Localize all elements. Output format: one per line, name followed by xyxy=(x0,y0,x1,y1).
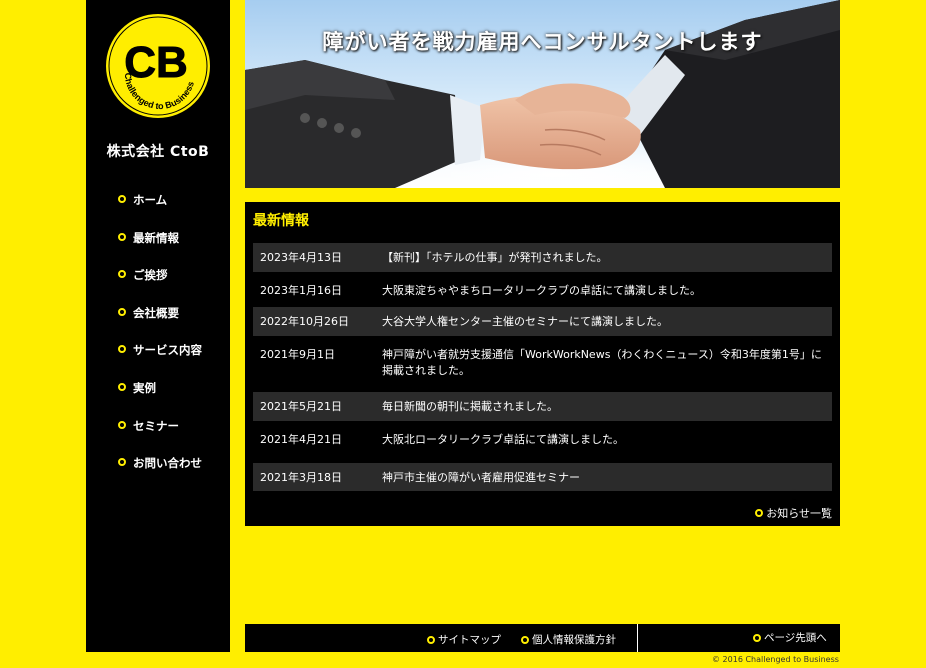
bullet-icon xyxy=(521,635,529,644)
nav-label: 実例 xyxy=(133,380,156,395)
company-name: 株式会社 CtoB xyxy=(106,144,210,160)
news-list: 2023年4月13日 【新刊】「ホテルの仕事」が発刊されました。 2023年1月… xyxy=(253,243,832,491)
page-top-label: ページ先頭へ xyxy=(764,632,827,644)
bullet-icon xyxy=(118,307,126,316)
news-text: 大阪東淀ちゃやまちロータリークラブの卓話にて講演しました。 xyxy=(382,284,701,297)
sitemap-label: サイトマップ xyxy=(438,634,501,646)
privacy-label: 個人情報保護方針 xyxy=(532,634,616,646)
bullet-icon xyxy=(755,509,764,517)
nav-label: 最新情報 xyxy=(133,230,179,245)
nav-item-seminar[interactable]: セミナー xyxy=(118,418,202,456)
nav-item-news[interactable]: 最新情報 xyxy=(118,230,202,268)
nav-label: セミナー xyxy=(133,418,179,433)
news-list-link[interactable]: お知らせ一覧 xyxy=(755,505,832,521)
hero-banner: 障がい者を戦力雇用へコンサルタントします xyxy=(245,0,840,188)
news-date: 2021年3月18日 xyxy=(260,471,342,484)
news-row[interactable]: 2022年10月26日 大谷大学人権センター主催のセミナーにて講演しました。 xyxy=(253,307,832,336)
sidebar: CB Challenged to Business 株式会社 CtoB ホーム … xyxy=(86,0,230,652)
nav-label: ご挨拶 xyxy=(133,268,168,283)
bullet-icon xyxy=(118,420,126,429)
nav-item-services[interactable]: サービス内容 xyxy=(118,342,202,380)
bullet-icon xyxy=(753,633,761,642)
bullet-icon xyxy=(118,195,126,203)
nav-item-company-profile[interactable]: 会社概要 xyxy=(118,305,202,343)
news-row[interactable]: 2023年4月13日 【新刊】「ホテルの仕事」が発刊されました。 xyxy=(253,243,832,272)
bullet-icon xyxy=(118,382,126,391)
news-date: 2021年5月21日 xyxy=(260,400,342,413)
news-date: 2022年10月26日 xyxy=(260,315,349,328)
news-date: 2023年4月13日 xyxy=(260,251,342,264)
page-top-link[interactable]: ページ先頭へ xyxy=(753,630,827,645)
news-text: 【新刊】「ホテルの仕事」が発刊されました。 xyxy=(382,251,608,264)
company-logo[interactable]: CB Challenged to Business xyxy=(103,11,213,121)
privacy-policy-link[interactable]: 個人情報保護方針 xyxy=(521,632,616,647)
news-text: 神戸市主催の障がい者雇用促進セミナー xyxy=(382,471,580,484)
bullet-icon xyxy=(427,635,435,644)
nav-label: ホーム xyxy=(133,193,168,207)
news-row[interactable]: 2021年4月21日 大阪北ロータリークラブ卓話にて講演しました。 xyxy=(253,421,832,463)
nav-item-home[interactable]: ホーム xyxy=(118,192,202,230)
news-row[interactable]: 2021年9月1日 神戸障がい者就労支援通信「WorkWorkNews（わくわく… xyxy=(253,336,832,392)
news-date: 2023年1月16日 xyxy=(260,284,342,297)
bullet-icon xyxy=(118,458,126,467)
footer-divider xyxy=(637,624,638,652)
news-date: 2021年4月21日 xyxy=(260,433,342,446)
nav-item-contact[interactable]: お問い合わせ xyxy=(118,455,202,493)
bullet-icon xyxy=(118,270,126,279)
news-text: 毎日新聞の朝刊に掲載されました。 xyxy=(382,400,558,413)
bullet-icon xyxy=(118,232,126,241)
nav-label: 会社概要 xyxy=(133,305,179,320)
footer-bar: サイトマップ 個人情報保護方針 ページ先頭へ xyxy=(245,624,840,652)
news-more-label: お知らせ一覧 xyxy=(766,507,832,520)
sitemap-link[interactable]: サイトマップ xyxy=(427,632,501,647)
news-row[interactable]: 2021年3月18日 神戸市主催の障がい者雇用促進セミナー xyxy=(253,463,832,491)
nav-label: お問い合わせ xyxy=(133,456,202,471)
copyright: © 2016 Challenged to Business xyxy=(712,655,839,664)
news-row[interactable]: 2023年1月16日 大阪東淀ちゃやまちロータリークラブの卓話にて講演しました。 xyxy=(253,272,832,307)
news-text: 神戸障がい者就労支援通信「WorkWorkNews（わくわくニュース）令和3年度… xyxy=(382,348,822,377)
news-date: 2021年9月1日 xyxy=(260,348,335,361)
main-nav: ホーム 最新情報 ご挨拶 会社概要 サービス内容 実例 セミナー お問い合わせ xyxy=(118,192,202,493)
news-text: 大阪北ロータリークラブ卓話にて講演しました。 xyxy=(382,433,624,446)
hero-title: 障がい者を戦力雇用へコンサルタントします xyxy=(322,30,763,54)
nav-label: サービス内容 xyxy=(133,343,202,358)
nav-item-greeting[interactable]: ご挨拶 xyxy=(118,267,202,305)
news-row[interactable]: 2021年5月21日 毎日新聞の朝刊に掲載されました。 xyxy=(253,392,832,421)
news-text: 大谷大学人権センター主催のセミナーにて講演しました。 xyxy=(382,315,668,328)
logo-letters: CB xyxy=(124,38,188,87)
bullet-icon xyxy=(118,345,126,354)
news-panel: 最新情報 2023年4月13日 【新刊】「ホテルの仕事」が発刊されました。 20… xyxy=(245,202,840,526)
news-heading: 最新情報 xyxy=(253,213,309,229)
nav-item-cases[interactable]: 実例 xyxy=(118,380,202,418)
